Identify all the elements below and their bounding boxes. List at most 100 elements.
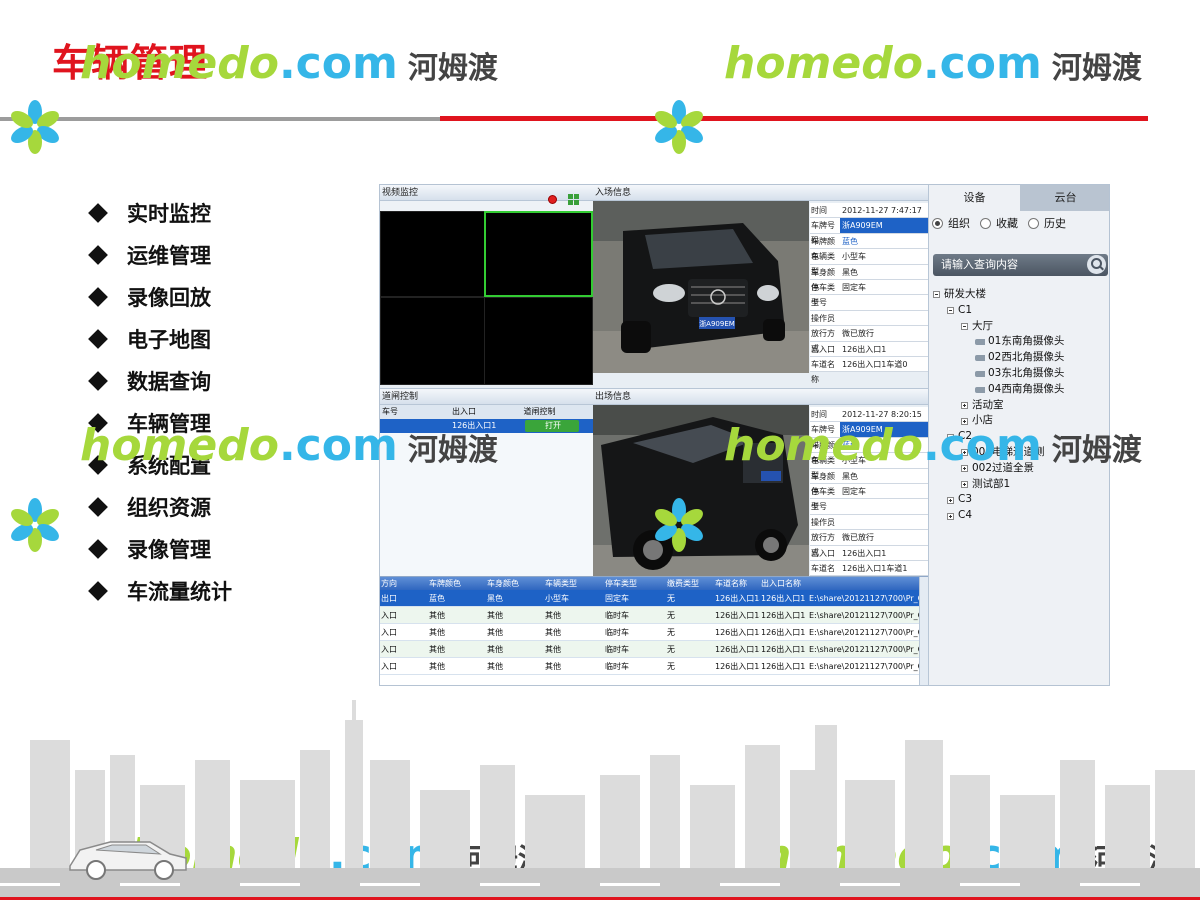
search-icon[interactable] xyxy=(1087,255,1106,274)
tree-node[interactable]: C2 xyxy=(933,429,1109,445)
table-cell: E:\share\20121127\700\Pr_C xyxy=(809,594,924,603)
table-row[interactable]: 入口 其他 其他 其他 临时车 无 126出入口1车道1126出入口1E:\share\20… xyxy=(380,607,928,624)
info-value: 2012-11-27 8:20:15 xyxy=(842,410,922,419)
title-divider-red xyxy=(440,116,1148,121)
expand-icon[interactable] xyxy=(961,449,968,457)
flower-logo-icon xyxy=(652,498,706,552)
table-cell: 其他 xyxy=(429,662,445,671)
video-cell[interactable] xyxy=(484,297,593,385)
info-key: 车辆类型 xyxy=(811,252,835,277)
table-cell: 其他 xyxy=(545,662,561,671)
tree-node[interactable]: 小店 xyxy=(933,413,1109,429)
collapse-icon[interactable] xyxy=(947,433,954,441)
column-header[interactable]: 出入口名称 xyxy=(760,577,808,590)
video-cell[interactable] xyxy=(380,211,485,297)
info-value: 126出入口1 xyxy=(842,548,887,558)
column-header[interactable]: 车辆类型 xyxy=(544,577,604,590)
collapse-icon[interactable] xyxy=(947,307,954,315)
collapse-icon[interactable] xyxy=(961,322,968,330)
tree-node[interactable]: 测试部1 xyxy=(933,477,1109,493)
column-header[interactable]: 方向 xyxy=(380,577,428,590)
entry-panel-title: 入场信息 xyxy=(593,185,928,201)
radio-favorites[interactable]: 收藏 xyxy=(980,215,1018,231)
tree-node[interactable]: C4 xyxy=(933,508,1109,524)
diamond-bullet-icon xyxy=(88,497,108,517)
table-row[interactable]: 入口 其他 其他 其他 临时车 无 126出入口1车道1126出入口1E:\share\20… xyxy=(380,641,928,658)
column-header[interactable]: 车牌颜色 xyxy=(428,577,486,590)
info-row: 车身颜色 黑色 xyxy=(810,264,928,292)
collapse-icon[interactable] xyxy=(933,291,940,299)
info-value: 浙A909EM xyxy=(840,218,928,233)
table-cell: 126出入口1 xyxy=(761,662,806,671)
tree-node[interactable]: 04西南角摄像头 xyxy=(933,382,1109,398)
table-cell: 126出入口1车道1 xyxy=(715,628,760,637)
info-row: 操作员 xyxy=(810,310,928,327)
column-header[interactable] xyxy=(808,577,928,590)
open-gate-button[interactable]: 打开 xyxy=(525,420,579,432)
info-row: 出入口 126出入口1 xyxy=(810,341,928,357)
layout-grid-icon[interactable] xyxy=(568,194,579,205)
tree-node[interactable]: C1 xyxy=(933,303,1109,319)
tree-node[interactable]: 002过道全景 xyxy=(933,461,1109,477)
tree-node[interactable]: 02西北角摄像头 xyxy=(933,350,1109,366)
info-key: 停车类型 xyxy=(811,486,835,511)
device-search-input[interactable]: 请输入查询内容 xyxy=(933,254,1108,276)
table-cell: 无 xyxy=(667,594,675,603)
info-key: 出入口 xyxy=(811,344,835,354)
expand-icon[interactable] xyxy=(961,401,968,409)
expand-icon[interactable] xyxy=(961,417,968,425)
info-row: 时间 2012-11-27 7:47:17 xyxy=(810,203,928,219)
tree-node-label: 小店 xyxy=(972,414,993,427)
video-cell-selected[interactable] xyxy=(484,211,593,297)
gate-header-cell: 道闸控制 xyxy=(523,407,556,416)
table-cell: 固定车 xyxy=(605,594,629,603)
info-key: 时间 xyxy=(811,410,827,419)
video-cell[interactable] xyxy=(380,297,485,385)
info-key: 时间 xyxy=(811,206,827,215)
menu-item-label: 组织资源 xyxy=(127,496,211,520)
feature-menu: 实时监控 运维管理 录像回放 电子地图 数据查询 车辆管理 系统配置 组织资源 … xyxy=(88,192,232,612)
table-cell: 其他 xyxy=(545,628,561,637)
records-scrollbar[interactable] xyxy=(919,577,928,685)
table-row[interactable]: 入口 其他 其他 其他 临时车 无 126出入口1车道1126出入口1E:\share\20… xyxy=(380,624,928,641)
expand-icon[interactable] xyxy=(961,480,968,488)
flower-logo-icon xyxy=(8,100,62,154)
tab-ptz[interactable]: 云台 xyxy=(1020,185,1109,211)
column-header[interactable]: 停车类型 xyxy=(604,577,666,590)
tree-node-label: C4 xyxy=(958,509,973,522)
tree-node[interactable]: 大厅 xyxy=(933,319,1109,335)
table-cell: 其他 xyxy=(429,611,445,620)
column-header[interactable]: 缴费类型 xyxy=(666,577,714,590)
expand-icon[interactable] xyxy=(947,512,954,520)
tree-node[interactable]: 研发大楼 xyxy=(933,287,1109,303)
info-key: 放行方式 xyxy=(811,329,835,354)
table-cell: 临时车 xyxy=(605,611,629,620)
table-row[interactable]: 出口 蓝色 黑色 小型车 固定车 无 126出入口1车道1126出入口1E:\share\2… xyxy=(380,590,928,607)
radio-history[interactable]: 历史 xyxy=(1028,215,1066,231)
watermark: homedo.com河姆渡 xyxy=(724,38,1142,89)
tree-node[interactable]: 01东南角摄像头 xyxy=(933,334,1109,350)
column-header[interactable]: 车身颜色 xyxy=(486,577,544,590)
slide-title: 车辆管理 xyxy=(52,41,209,85)
table-cell: 126出入口1车道1 xyxy=(715,645,760,654)
menu-item: 录像管理 xyxy=(88,528,232,570)
info-row: 卡号 xyxy=(810,295,928,311)
expand-icon[interactable] xyxy=(947,496,954,504)
column-header[interactable]: 车道名称 xyxy=(714,577,760,590)
gate-panel-title: 道闸控制 xyxy=(380,389,593,405)
info-value: 固定车 xyxy=(842,282,866,292)
tree-node[interactable]: C3 xyxy=(933,492,1109,508)
table-row[interactable]: 入口 其他 其他 其他 临时车 无 126出入口1车道1126出入口1E:\share\20… xyxy=(380,658,928,675)
info-value xyxy=(840,295,928,309)
table-cell: 黑色 xyxy=(487,594,503,603)
gate-row[interactable]: 126出入口1 打开 xyxy=(380,419,593,433)
radio-organization[interactable]: 组织 xyxy=(932,215,970,231)
video-monitor-panel: 视频监控 xyxy=(380,185,593,385)
record-icon[interactable] xyxy=(548,195,557,204)
table-cell: 临时车 xyxy=(605,628,629,637)
tree-node[interactable]: 03东北角摄像头 xyxy=(933,366,1109,382)
tree-node[interactable]: 001电梯通道侧 xyxy=(933,445,1109,461)
tree-node[interactable]: 活动室 xyxy=(933,398,1109,414)
tab-device[interactable]: 设备 xyxy=(929,185,1020,211)
expand-icon[interactable] xyxy=(961,465,968,473)
